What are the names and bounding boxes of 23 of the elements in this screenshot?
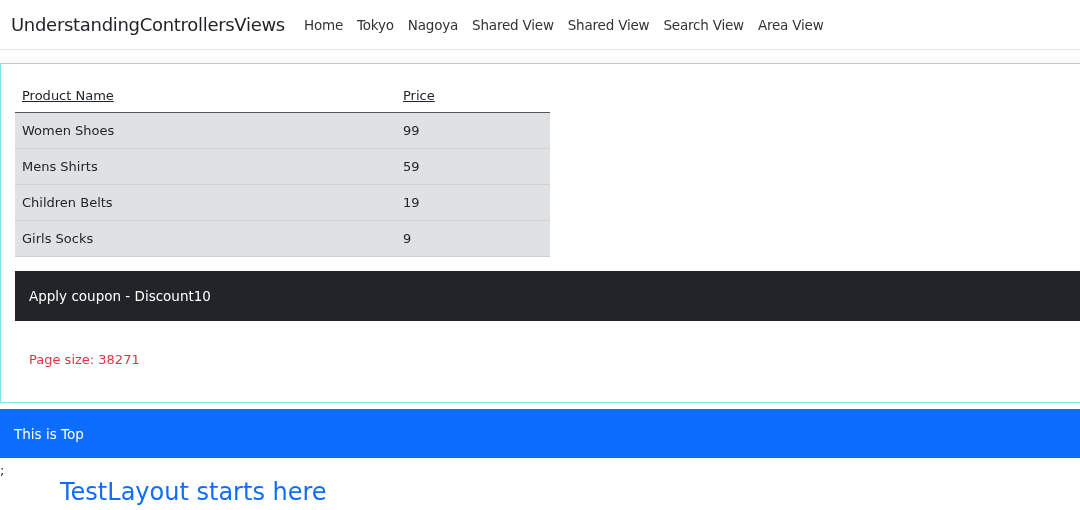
table-cell: Girls Socks (15, 220, 396, 257)
top-bar-text: This is Top (14, 425, 84, 442)
coupon-text: Apply coupon - Discount10 (29, 288, 211, 304)
page-heading: TestLayout starts here (60, 478, 328, 506)
page-size-text: Page size: 38271 (29, 352, 141, 367)
table-cell: Children Belts (15, 184, 396, 221)
nav-link[interactable]: Search View (656, 16, 751, 33)
table-cell: Women Shoes (15, 112, 396, 149)
nav-link[interactable]: Shared View (465, 16, 561, 33)
nav-link[interactable]: Nagoya (400, 16, 466, 33)
brand-link[interactable]: UnderstandingControllersViews (11, 14, 285, 35)
column-header-link[interactable]: Product Name (22, 87, 114, 103)
table-cell: 9 (396, 220, 550, 257)
nav-link[interactable]: Shared View (560, 16, 657, 33)
table-cell: Mens Shirts (15, 148, 396, 185)
stray-text: ; (0, 464, 6, 478)
table-cell: 19 (396, 184, 550, 221)
table-cell: 99 (396, 112, 550, 149)
nav-link[interactable]: Area View (750, 16, 831, 33)
nav-link[interactable]: Home (296, 16, 350, 33)
table-cell: 59 (396, 148, 550, 185)
column-header-link[interactable]: Price (403, 87, 435, 103)
nav-link[interactable]: Tokyo (350, 16, 401, 33)
